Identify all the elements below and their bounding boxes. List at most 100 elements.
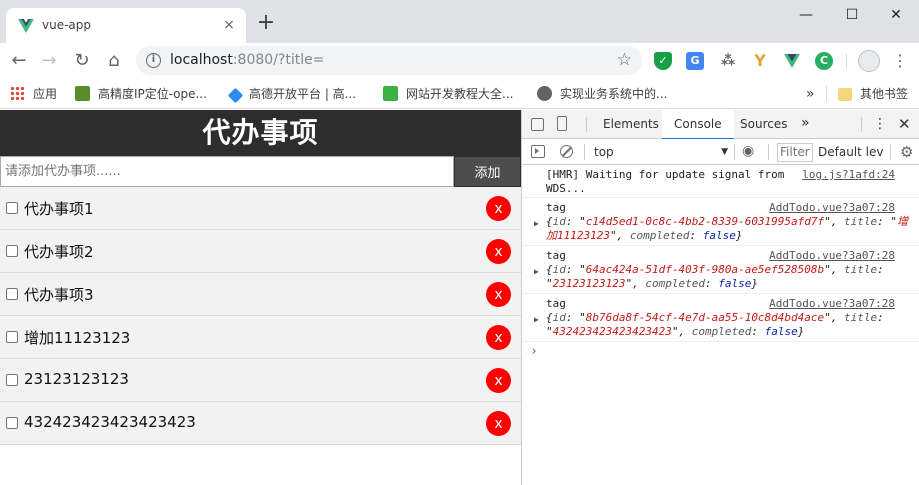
expand-triangle-icon[interactable]: ▶ <box>534 265 539 279</box>
devtools-close-icon[interactable]: ✕ <box>898 110 911 139</box>
bookmark-item[interactable]: 实现业务系统中的... <box>537 85 667 103</box>
log-levels-dropdown[interactable]: Default levels <box>818 139 884 165</box>
c-extension-icon[interactable]: C <box>815 52 833 70</box>
map-favicon-icon <box>75 86 90 101</box>
todo-checkbox[interactable] <box>6 288 18 300</box>
shield-extension-icon[interactable]: ✓ <box>654 52 672 70</box>
url-text[interactable]: localhost:8080/?title= <box>170 52 324 68</box>
bookmark-label: 网站开发教程大全... <box>406 87 514 101</box>
device-toolbar-icon[interactable] <box>557 116 567 131</box>
bookmark-item[interactable]: 高德开放平台 | 高... <box>227 85 357 104</box>
globe-favicon-icon <box>537 86 552 101</box>
home-icon[interactable]: ⌂ <box>101 48 127 74</box>
devtools-menu-icon[interactable]: ⋮ <box>873 110 887 139</box>
todo-checkbox[interactable] <box>6 331 18 343</box>
todo-app-page: 代办事项 添加 代办事项1 x 代办事项2 x 代办事项3 x 增加111231… <box>0 110 521 485</box>
other-bookmarks-folder[interactable]: 其他书签 <box>838 85 908 103</box>
tab-console[interactable]: Console <box>662 110 734 140</box>
console-toolbar: top ▼ ◉ Filter Default levels ⚙ <box>522 139 919 165</box>
todo-title: 23123123123 <box>24 370 129 388</box>
browser-tab[interactable]: vue-app × <box>6 8 246 43</box>
tutorial-favicon-icon <box>383 86 398 101</box>
bookmark-apps-label: 应用 <box>33 87 58 101</box>
clear-console-icon[interactable] <box>560 145 573 158</box>
profile-avatar-icon[interactable] <box>858 50 880 72</box>
console-sidebar-icon[interactable] <box>531 145 545 158</box>
delete-todo-button[interactable]: x <box>486 196 511 221</box>
todo-checkbox[interactable] <box>6 202 18 214</box>
devtools-panel: Elements Console Sources » ⋮ ✕ top ▼ ◉ Fi… <box>521 110 919 485</box>
console-prompt[interactable]: › <box>522 342 919 359</box>
translate-extension-icon[interactable]: G <box>686 52 704 70</box>
console-source-link[interactable]: AddTodo.vue?3a07:28 <box>769 297 895 311</box>
delete-todo-button[interactable]: x <box>486 325 511 350</box>
bookmarks-overflow-button[interactable]: » <box>806 85 815 103</box>
back-arrow-icon[interactable]: ← <box>6 48 32 74</box>
more-tabs-button[interactable]: » <box>801 110 810 137</box>
console-toolbar-divider <box>584 144 585 160</box>
bookmark-star-icon[interactable]: ☆ <box>617 50 632 70</box>
console-object-preview[interactable]: ▶ {id: "c14d5ed1-0c8c-4bb2-8339-6031995af… <box>534 215 913 243</box>
inspect-element-icon[interactable] <box>531 118 544 131</box>
url-path: :8080/?title= <box>232 52 325 68</box>
window-close-button[interactable]: ✕ <box>873 0 919 32</box>
object-title-value: 432423423423423423 <box>552 325 672 338</box>
todo-list: 代办事项1 x 代办事项2 x 代办事项3 x 增加11123123 x 231… <box>0 187 521 445</box>
vue-logo-icon <box>18 19 34 33</box>
amap-favicon-icon <box>227 87 244 104</box>
console-message: [HMR] Waiting for update signal from WDS… <box>522 165 919 198</box>
todo-title: 代办事项2 <box>24 243 94 261</box>
context-selector[interactable]: top ▼ <box>594 139 728 165</box>
folder-icon <box>838 88 852 101</box>
expand-triangle-icon[interactable]: ▶ <box>534 313 539 327</box>
object-id-value: 8b76da8f-54cf-4e7d-aa55-10c8d4bd4ace <box>585 311 825 324</box>
console-object-preview[interactable]: ▶ {id: "64ac424a-51df-403f-980a-ae5ef5285… <box>534 263 913 291</box>
bookmark-apps[interactable]: 应用 <box>10 85 57 103</box>
fork-extension-icon[interactable]: Y <box>751 52 769 70</box>
todo-title: 代办事项3 <box>24 286 94 304</box>
browser-menu-icon[interactable]: ⋮ <box>890 49 910 73</box>
delete-todo-button[interactable]: x <box>486 411 511 436</box>
todo-checkbox[interactable] <box>6 245 18 257</box>
forward-arrow-icon[interactable]: → <box>36 48 62 74</box>
console-source-link[interactable]: log.js?1afd:24 <box>802 168 895 182</box>
toolbar-divider <box>846 53 847 69</box>
console-settings-gear-icon[interactable]: ⚙ <box>900 143 913 161</box>
bookmark-item[interactable]: 网站开发教程大全... <box>383 85 513 103</box>
bookmark-item[interactable]: 高精度IP定位-ope... <box>75 85 207 103</box>
delete-todo-button[interactable]: x <box>486 239 511 264</box>
delete-todo-button[interactable]: x <box>486 368 511 393</box>
devtools-tab-bar: Elements Console Sources » ⋮ ✕ <box>522 110 919 140</box>
live-expression-eye-icon[interactable]: ◉ <box>742 143 754 159</box>
todo-input[interactable] <box>0 156 454 187</box>
console-object-preview[interactable]: ▶ {id: "8b76da8f-54cf-4e7d-aa55-10c8d4bd4… <box>534 311 913 339</box>
tab-sources[interactable]: Sources <box>740 110 787 139</box>
info-icon[interactable]: i <box>146 53 161 68</box>
window-maximize-button[interactable]: ☐ <box>829 0 875 32</box>
console-source-link[interactable]: AddTodo.vue?3a07:28 <box>769 201 895 215</box>
reload-icon[interactable]: ↻ <box>69 48 95 74</box>
window-minimize-button[interactable]: — <box>783 0 829 32</box>
todo-checkbox[interactable] <box>6 417 18 429</box>
vue-devtools-extension-icon[interactable] <box>783 52 801 70</box>
expand-triangle-icon[interactable]: ▶ <box>534 217 539 231</box>
bookmark-label: 实现业务系统中的... <box>560 87 668 101</box>
apps-grid-icon <box>10 86 24 100</box>
add-todo-button[interactable]: 添加 <box>454 156 521 187</box>
todo-title: 增加11123123 <box>24 329 131 347</box>
devtools-divider <box>586 117 587 132</box>
tab-title: vue-app <box>42 18 92 32</box>
console-source-link[interactable]: AddTodo.vue?3a07:28 <box>769 249 895 263</box>
add-todo-form: 添加 <box>0 156 521 187</box>
todo-checkbox[interactable] <box>6 374 18 386</box>
tab-elements[interactable]: Elements <box>603 110 659 139</box>
network-extension-icon[interactable]: ⁂ <box>719 52 737 70</box>
delete-todo-button[interactable]: x <box>486 282 511 307</box>
console-toolbar-divider <box>734 144 735 160</box>
console-filter-input[interactable]: Filter <box>777 143 813 162</box>
tab-close-icon[interactable]: × <box>220 16 238 34</box>
todo-item: 代办事项1 x <box>0 187 521 230</box>
address-bar[interactable]: i localhost:8080/?title= ☆ <box>136 46 642 75</box>
new-tab-button[interactable]: + <box>254 12 278 36</box>
bookmark-label: 高德开放平台 | 高... <box>249 87 357 101</box>
